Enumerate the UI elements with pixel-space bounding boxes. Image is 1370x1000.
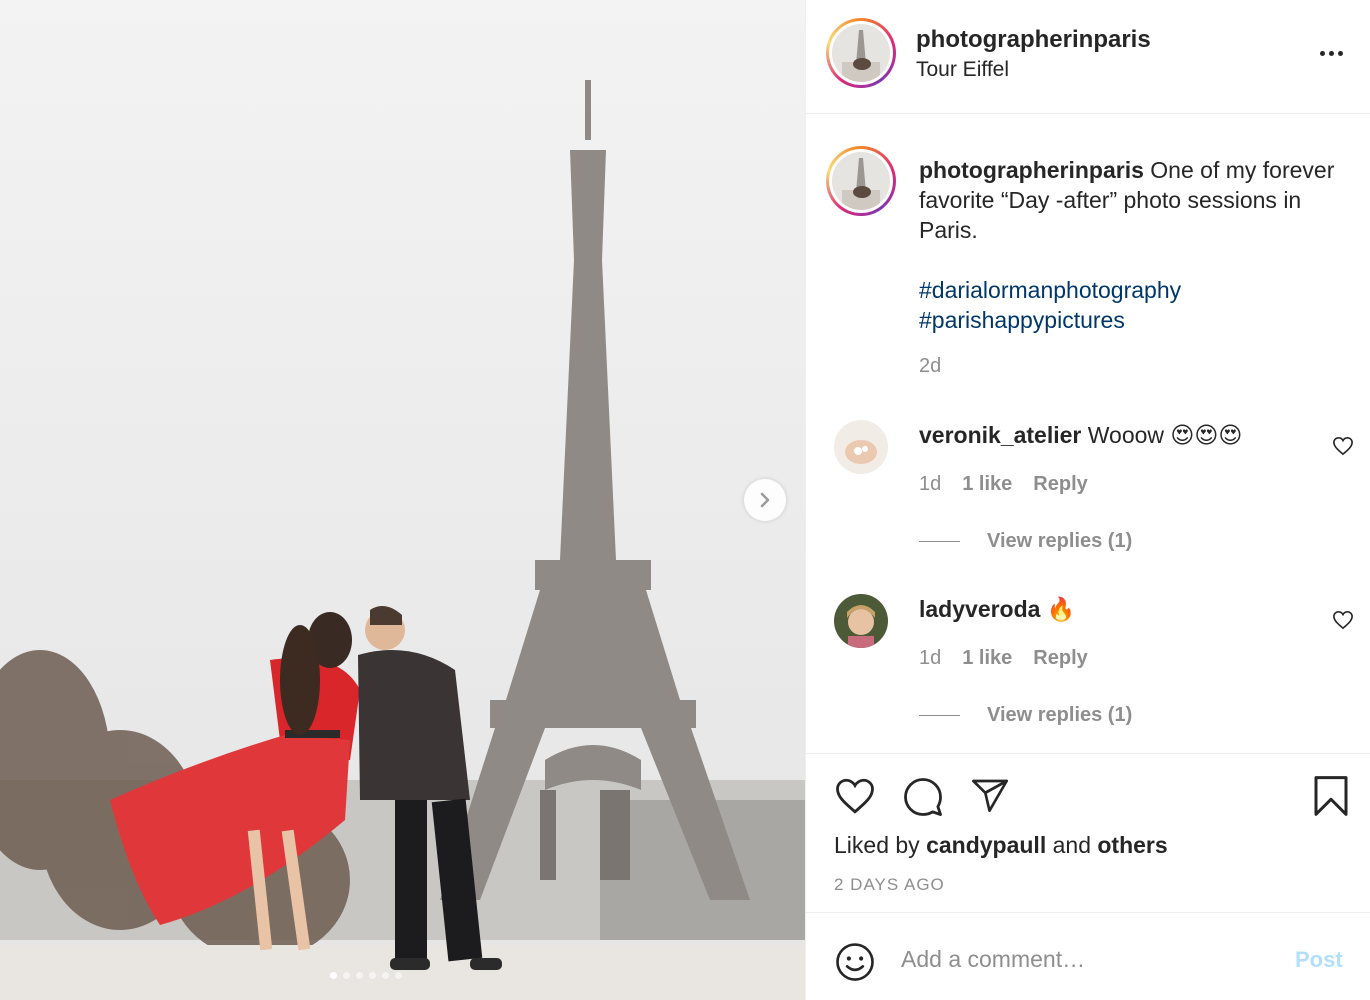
avatar-image bbox=[834, 594, 888, 648]
comment-like-heart-icon[interactable] bbox=[1332, 436, 1354, 456]
caption-hashtags: #darialormanphotography #parishappypictu… bbox=[919, 275, 1181, 335]
author-avatar[interactable] bbox=[826, 18, 896, 88]
liked-by-prefix: Liked by bbox=[834, 832, 920, 858]
replies-divider bbox=[919, 715, 960, 716]
post-location[interactable]: Tour Eiffel bbox=[916, 58, 1009, 82]
commenter-avatar[interactable] bbox=[834, 594, 888, 648]
next-photo-button[interactable] bbox=[744, 479, 786, 521]
comment-bubble-icon[interactable] bbox=[902, 776, 944, 818]
comment-text: Wooow 😍😍😍 bbox=[1087, 422, 1243, 448]
author-username[interactable]: photographerinparis bbox=[916, 26, 1151, 54]
reply-button[interactable]: Reply bbox=[1033, 647, 1087, 670]
post-caption: photographerinparis One of my forever fa… bbox=[919, 155, 1339, 245]
add-comment-bar: Post bbox=[806, 914, 1370, 1000]
post-details-panel: photographerinparis Tour Eiffel photogra… bbox=[805, 0, 1370, 1000]
post-actions-section: Liked by candypaull and others 2 DAYS AG… bbox=[806, 753, 1370, 913]
comment-like-heart-icon[interactable] bbox=[1332, 610, 1354, 630]
post-date[interactable]: 2 DAYS AGO bbox=[834, 875, 945, 895]
hashtag-link[interactable]: #parishappypictures bbox=[919, 305, 1181, 335]
liked-by-and: and bbox=[1052, 832, 1091, 858]
more-options-icon[interactable] bbox=[1320, 41, 1350, 65]
carousel-dot bbox=[356, 972, 363, 979]
carousel-dot bbox=[330, 972, 337, 979]
comment-username[interactable]: veronik_atelier bbox=[919, 422, 1081, 448]
comment-time[interactable]: 1d bbox=[919, 473, 941, 496]
caption-username[interactable]: photographerinparis bbox=[919, 157, 1144, 183]
view-replies-button[interactable]: View replies (1) bbox=[919, 704, 1132, 727]
view-replies-button[interactable]: View replies (1) bbox=[919, 530, 1132, 553]
bookmark-icon[interactable] bbox=[1311, 774, 1351, 818]
carousel-dot bbox=[343, 972, 350, 979]
post-photo[interactable] bbox=[0, 0, 805, 1000]
comment: ladyveroda 🔥 bbox=[919, 596, 1075, 623]
view-replies-label: View replies (1) bbox=[987, 704, 1133, 726]
comment-likes[interactable]: 1 like bbox=[962, 473, 1012, 496]
caption-avatar[interactable] bbox=[826, 146, 896, 216]
comment-likes[interactable]: 1 like bbox=[962, 647, 1012, 670]
comment-text: 🔥 bbox=[1046, 596, 1076, 622]
carousel-dot bbox=[395, 972, 402, 979]
replies-divider bbox=[919, 541, 960, 542]
avatar-image bbox=[832, 24, 890, 82]
comment-time[interactable]: 1d bbox=[919, 647, 941, 670]
heart-icon[interactable] bbox=[834, 776, 876, 816]
hashtag-link[interactable]: #darialormanphotography bbox=[919, 275, 1181, 305]
avatar-image bbox=[834, 420, 888, 474]
comment-input[interactable] bbox=[901, 942, 1271, 976]
view-replies-label: View replies (1) bbox=[987, 530, 1133, 552]
emoji-smile-icon[interactable] bbox=[834, 941, 876, 983]
comment-meta: 1d 1 like Reply bbox=[919, 473, 1088, 496]
carousel-dot bbox=[382, 972, 389, 979]
caption-timestamp[interactable]: 2d bbox=[919, 355, 941, 378]
paper-plane-icon[interactable] bbox=[969, 776, 1011, 816]
comment-meta: 1d 1 like Reply bbox=[919, 647, 1088, 670]
liked-by-others[interactable]: others bbox=[1097, 832, 1167, 858]
photo-scene bbox=[0, 0, 805, 1000]
avatar-image bbox=[832, 152, 890, 210]
post-header: photographerinparis Tour Eiffel bbox=[806, 0, 1370, 114]
post-comment-button[interactable]: Post bbox=[1295, 947, 1343, 973]
chevron-right-icon bbox=[760, 492, 770, 508]
reply-button[interactable]: Reply bbox=[1033, 473, 1087, 496]
comment: veronik_atelier Wooow 😍😍😍 bbox=[919, 422, 1242, 449]
comment-username[interactable]: ladyveroda bbox=[919, 596, 1040, 622]
carousel-indicator bbox=[330, 972, 402, 979]
liked-by-user[interactable]: candypaull bbox=[926, 832, 1046, 858]
carousel-dot bbox=[369, 972, 376, 979]
commenter-avatar[interactable] bbox=[834, 420, 888, 474]
liked-by-text: Liked by candypaull and others bbox=[834, 832, 1168, 859]
